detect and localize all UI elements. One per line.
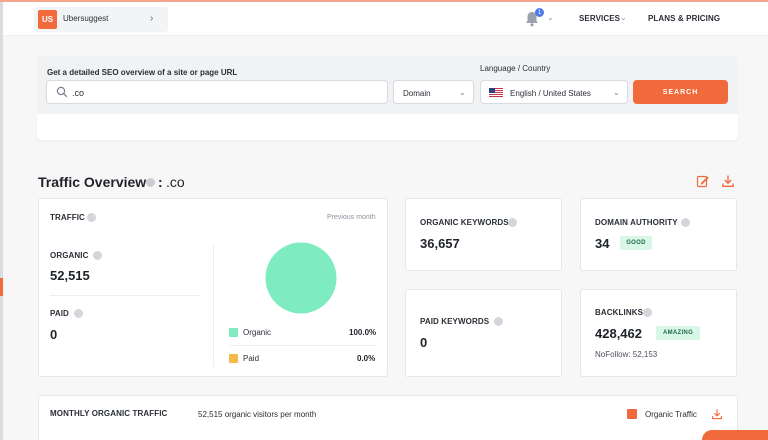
nav-plans-pricing[interactable]: PLANS & PRICING [648, 14, 720, 23]
info-icon[interactable] [93, 251, 102, 260]
chevron-right-icon: › [150, 13, 154, 24]
page-title: Traffic Overview [38, 174, 147, 190]
info-icon[interactable] [643, 308, 652, 317]
edit-icon[interactable] [696, 174, 710, 188]
sidebar-marker [0, 278, 3, 296]
info-icon[interactable] [681, 218, 690, 227]
search-panel-footer [37, 114, 738, 140]
vertical-divider [213, 245, 214, 367]
language-value: English / United States [510, 89, 591, 98]
project-switcher[interactable]: US Ubersuggest › [34, 7, 168, 32]
legend-organic-swatch [229, 328, 238, 337]
organic-label: ORGANIC [50, 251, 89, 260]
nofollow-count: NoFollow: 52,153 [595, 350, 658, 359]
legend-organic-pct: 100.0% [349, 328, 377, 337]
info-icon[interactable] [74, 309, 83, 318]
status-badge: AMAZING [656, 326, 700, 340]
legend-organic-traffic-swatch [627, 409, 637, 419]
monthly-organic-traffic-card: MONTHLY ORGANIC TRAFFIC 52,515 organic v… [38, 395, 738, 440]
search-type-select[interactable]: Domain ⌄ [393, 80, 474, 104]
divider [50, 295, 200, 296]
overview-domain: .co [166, 174, 185, 190]
paid-keywords-value: 0 [420, 335, 428, 350]
organic-keywords-label: ORGANIC KEYWORDS [420, 218, 509, 227]
download-icon[interactable] [711, 408, 723, 420]
chat-widget-button[interactable] [702, 430, 768, 440]
chevron-down-icon: ⌄ [620, 13, 627, 22]
notifications-button[interactable]: 1 [523, 8, 544, 28]
organic-keywords-card: ORGANIC KEYWORDS 36,657 [405, 198, 562, 271]
left-sidebar-edge [0, 2, 3, 440]
language-label: Language / Country [480, 64, 551, 73]
backlinks-label: BACKLINKS [595, 308, 644, 317]
paid-keywords-card: PAID KEYWORDS 0 [405, 289, 562, 377]
backlinks-value: 428,462 [595, 326, 642, 341]
download-icon[interactable] [721, 174, 735, 188]
chevron-down-icon[interactable]: ⌄ [547, 13, 554, 22]
top-bar: US Ubersuggest › 1 ⌄ SERVICES ⌄ PLANS & … [3, 2, 768, 36]
legend-organic-label: Organic [243, 328, 272, 337]
flag-us-icon [489, 88, 503, 97]
domain-authority-value: 34 [595, 236, 610, 251]
domain-authority-label: DOMAIN AUTHORITY [595, 218, 678, 227]
search-button[interactable]: SEARCH [633, 80, 728, 104]
domain-search-input[interactable]: .co [46, 80, 388, 104]
info-icon[interactable] [508, 218, 517, 227]
organic-keywords-value: 36,657 [420, 236, 460, 251]
search-panel: Get a detailed SEO overview of a site or… [37, 56, 738, 140]
chevron-down-icon: ⌄ [459, 88, 466, 97]
domain-authority-card: DOMAIN AUTHORITY 34 GOOD [580, 198, 737, 271]
project-name: Ubersuggest [63, 14, 109, 23]
nav-services[interactable]: SERVICES [579, 14, 620, 23]
search-label: Get a detailed SEO overview of a site or… [47, 68, 238, 77]
paid-value: 0 [50, 327, 58, 342]
search-type-value: Domain [403, 89, 431, 98]
ubersuggest-logo: US [38, 10, 57, 29]
domain-search-value: .co [72, 88, 85, 98]
legend-paid-pct: 0.0% [357, 354, 376, 363]
status-badge: GOOD [620, 236, 652, 250]
language-select[interactable]: English / United States ⌄ [480, 80, 628, 104]
info-icon[interactable] [494, 317, 503, 326]
legend-paid-swatch [229, 354, 238, 363]
chevron-down-icon: ⌄ [613, 88, 620, 97]
paid-label: PAID [50, 309, 69, 318]
traffic-label: TRAFFIC [50, 213, 85, 222]
search-icon [56, 86, 68, 98]
organic-value: 52,515 [50, 268, 90, 283]
monthly-title: MONTHLY ORGANIC TRAFFIC [50, 409, 168, 418]
traffic-pie-chart [265, 242, 337, 314]
divider [229, 345, 377, 346]
nav-fade [739, 16, 763, 24]
legend-organic-traffic-label: Organic Traffic [645, 410, 697, 419]
notification-badge: 1 [535, 8, 544, 17]
info-icon[interactable] [146, 178, 155, 187]
traffic-card: TRAFFIC Previous month ORGANIC 52,515 PA… [38, 198, 388, 377]
info-icon[interactable] [87, 213, 96, 222]
backlinks-card: BACKLINKS 428,462 AMAZING NoFollow: 52,1… [580, 289, 737, 377]
traffic-period: Previous month [327, 214, 376, 221]
paid-keywords-label: PAID KEYWORDS [420, 317, 490, 326]
monthly-subtitle: 52,515 organic visitors per month [198, 410, 317, 419]
pie-slice-organic [265, 242, 337, 314]
title-colon: : [158, 174, 163, 190]
legend-paid-label: Paid [243, 354, 260, 363]
